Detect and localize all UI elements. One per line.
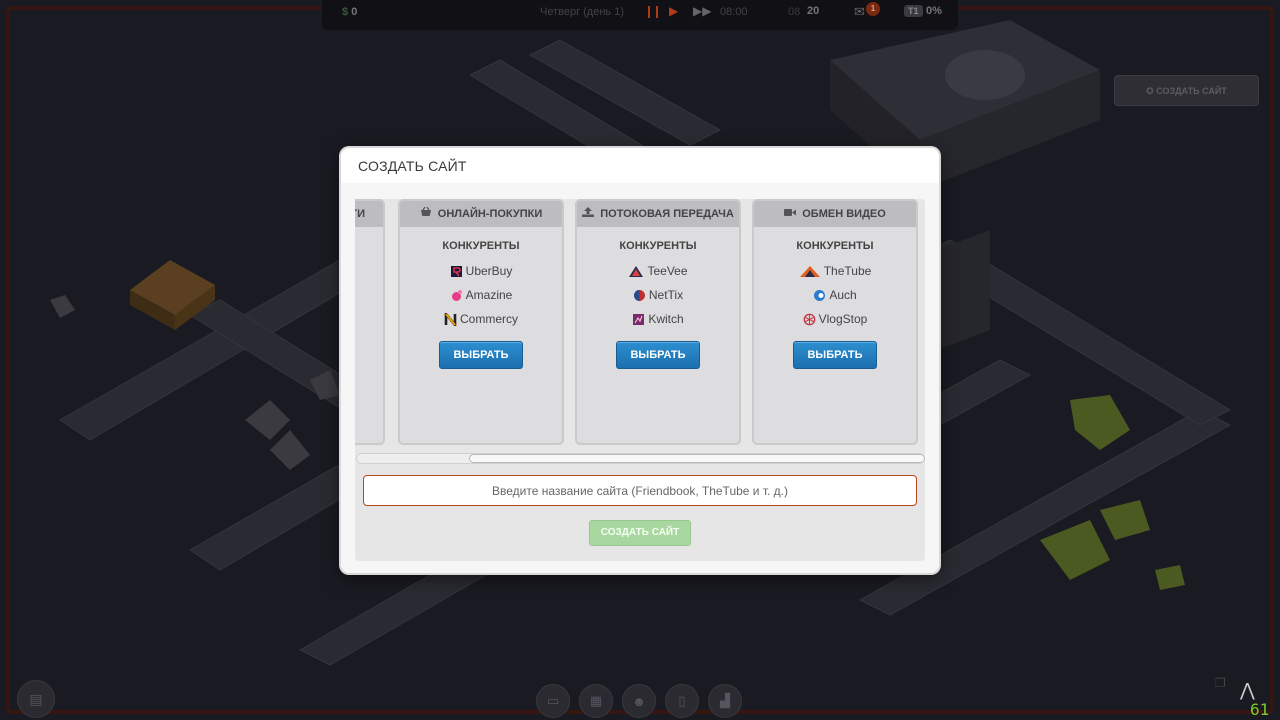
auch-logo-icon	[814, 289, 826, 301]
nettix-logo-icon	[633, 289, 645, 301]
site-type-card-streaming[interactable]: ПОТОКОВАЯ ПЕРЕДАЧА КОНКУРЕНТЫ TeeVee Net…	[575, 199, 741, 445]
dialog-body: ТИ ОНЛАЙН-ПОКУПКИ КОНКУРЕНТЫ UberBuy	[355, 199, 925, 561]
money-icon[interactable]: ▭	[536, 684, 570, 718]
choose-button-video[interactable]: ВЫБРАТЬ	[793, 341, 877, 369]
teevee-logo-icon	[629, 265, 644, 277]
site-type-card-partial[interactable]: ТИ	[355, 199, 385, 445]
competitor-item: VlogStop	[754, 307, 916, 331]
fps-counter: 61	[1250, 700, 1270, 719]
percent-display: 0%	[926, 5, 942, 17]
competitor-item: Commercy	[400, 307, 562, 331]
uberbuy-logo-icon	[450, 265, 462, 277]
site-name-input[interactable]	[363, 475, 917, 506]
bottom-toolbar: ▭ ▦ ☻ ▯ ▟	[536, 684, 742, 718]
game-logo-icon: ⋀	[1240, 680, 1255, 700]
competitor-item: TeeVee	[577, 259, 739, 283]
play-icon[interactable]: ▶	[669, 4, 678, 18]
team-icon[interactable]: ☻	[622, 684, 656, 718]
mail-icon[interactable]: ✉	[854, 4, 865, 20]
map-icon[interactable]: ▤	[17, 680, 55, 718]
thetube-logo-icon	[799, 265, 820, 277]
phone-icon[interactable]: ▯	[665, 684, 699, 718]
video-camera-icon	[784, 208, 799, 220]
competitor-list: TheTube Auch VlogStop	[754, 259, 916, 331]
dialog-title: СОЗДАТЬ САЙТ	[341, 148, 939, 183]
competitor-list: UberBuy Amazine Commercy	[400, 259, 562, 331]
card-title: ТИ	[355, 201, 383, 227]
competitor-list: TeeVee NetTix Kwitch	[577, 259, 739, 331]
competitor-item: NetTix	[577, 283, 739, 307]
card-title: ПОТОКОВАЯ ПЕРЕДАЧА	[600, 208, 734, 220]
create-site-button[interactable]: СОЗДАТЬ САЙТ	[589, 520, 691, 546]
commercy-logo-icon	[444, 312, 457, 326]
competitor-item: Amazine	[400, 283, 562, 307]
competitor-item: TheTube	[754, 259, 916, 283]
day-display: Четверг (день 1)	[540, 6, 624, 18]
site-type-card-shopping[interactable]: ОНЛАЙН-ПОКУПКИ КОНКУРЕНТЫ UberBuy Amazin…	[398, 199, 564, 445]
upload-icon	[582, 207, 597, 220]
amazine-logo-icon	[451, 289, 462, 301]
choose-button-streaming[interactable]: ВЫБРАТЬ	[616, 341, 700, 369]
card-header: ПОТОКОВАЯ ПЕРЕДАЧА	[577, 201, 739, 227]
vlogstop-logo-icon	[803, 313, 816, 325]
money-display: $ 0	[342, 6, 358, 18]
competitors-label: КОНКУРЕНТЫ	[619, 240, 697, 252]
competitor-item: Kwitch	[577, 307, 739, 331]
competitors-label: КОНКУРЕНТЫ	[442, 240, 520, 252]
tier-badge: T1	[904, 5, 923, 17]
basket-icon	[420, 206, 435, 220]
factory-icon[interactable]: ▟	[708, 684, 742, 718]
competitor-item: Auch	[754, 283, 916, 307]
carousel-scrollbar[interactable]	[356, 453, 925, 464]
site-type-card-video[interactable]: ОБМЕН ВИДЕО КОНКУРЕНТЫ TheTube Auch Vlog…	[752, 199, 918, 445]
users-label: 08	[788, 6, 801, 18]
clock-display: 08:00	[720, 6, 748, 18]
card-title: ОБМЕН ВИДЕО	[802, 208, 886, 220]
site-type-carousel[interactable]: ТИ ОНЛАЙН-ПОКУПКИ КОНКУРЕНТЫ UberBuy	[355, 199, 925, 447]
pause-icon[interactable]: ❙❙	[644, 4, 662, 18]
kwitch-logo-icon	[633, 313, 645, 325]
competitors-label: КОНКУРЕНТЫ	[796, 240, 874, 252]
card-title: ОНЛАЙН-ПОКУПКИ	[437, 208, 543, 220]
competitor-item: UberBuy	[400, 259, 562, 283]
grid-icon[interactable]: ▦	[579, 684, 613, 718]
create-site-dialog: СОЗДАТЬ САЙТ ТИ ОНЛАЙН-ПОКУПКИ КОНКУРЕНТ…	[341, 148, 939, 573]
copy-icon[interactable]: ❐	[1215, 676, 1226, 690]
card-header: ОБМЕН ВИДЕО	[754, 201, 916, 227]
scrollbar-thumb[interactable]	[469, 454, 925, 463]
choose-button-shopping[interactable]: ВЫБРАТЬ	[439, 341, 523, 369]
fast-forward-icon[interactable]: ▶▶	[693, 4, 711, 18]
card-header: ОНЛАЙН-ПОКУПКИ	[400, 201, 562, 227]
top-hud: $ 0 Четверг (день 1) ❙❙ ▶ ▶▶ 08:00 08 20…	[322, 0, 958, 30]
users-count: 20	[807, 5, 820, 17]
mail-badge: 1	[866, 2, 880, 16]
top-create-site-button[interactable]: ✪ СОЗДАТЬ САЙТ	[1114, 75, 1259, 106]
